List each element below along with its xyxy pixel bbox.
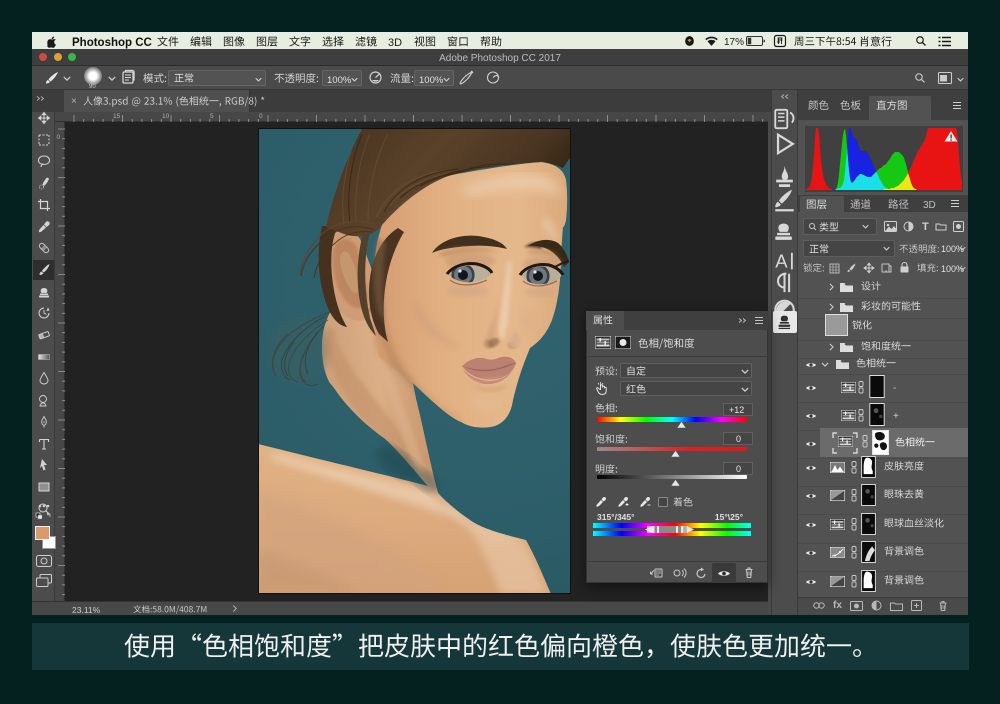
svg-text:A: A [775,250,788,271]
